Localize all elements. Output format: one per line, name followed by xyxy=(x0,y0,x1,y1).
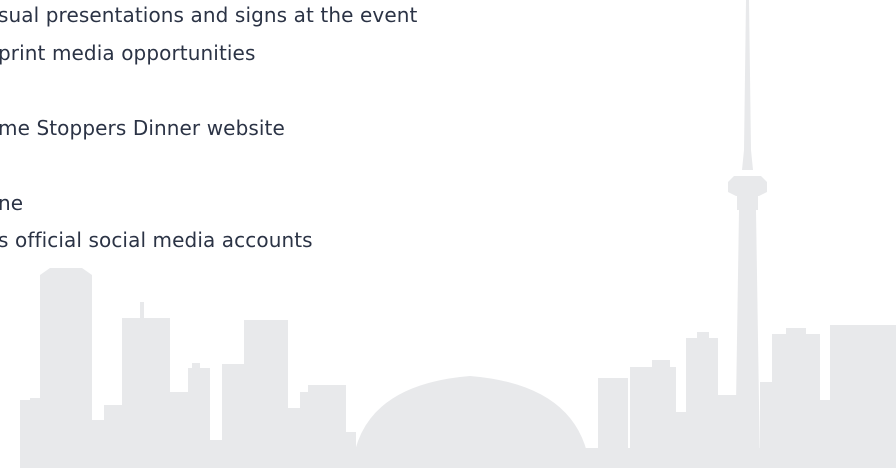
list-item: me Stoppers Dinner website xyxy=(0,116,285,140)
building xyxy=(830,325,896,468)
building xyxy=(652,360,670,370)
building xyxy=(40,268,92,468)
page: sual presentations and signs at the even… xyxy=(0,0,896,468)
building xyxy=(786,328,806,336)
list-item: ne xyxy=(0,191,24,215)
list-item: s official social media accounts xyxy=(0,228,313,252)
list-item: sual presentations and signs at the even… xyxy=(0,3,418,27)
building xyxy=(697,332,709,340)
building xyxy=(122,318,170,468)
building xyxy=(772,334,820,468)
building xyxy=(192,363,200,371)
ground xyxy=(20,448,896,468)
building xyxy=(244,320,288,468)
building-antenna xyxy=(140,302,144,320)
list-item: print media opportunities xyxy=(0,41,256,65)
